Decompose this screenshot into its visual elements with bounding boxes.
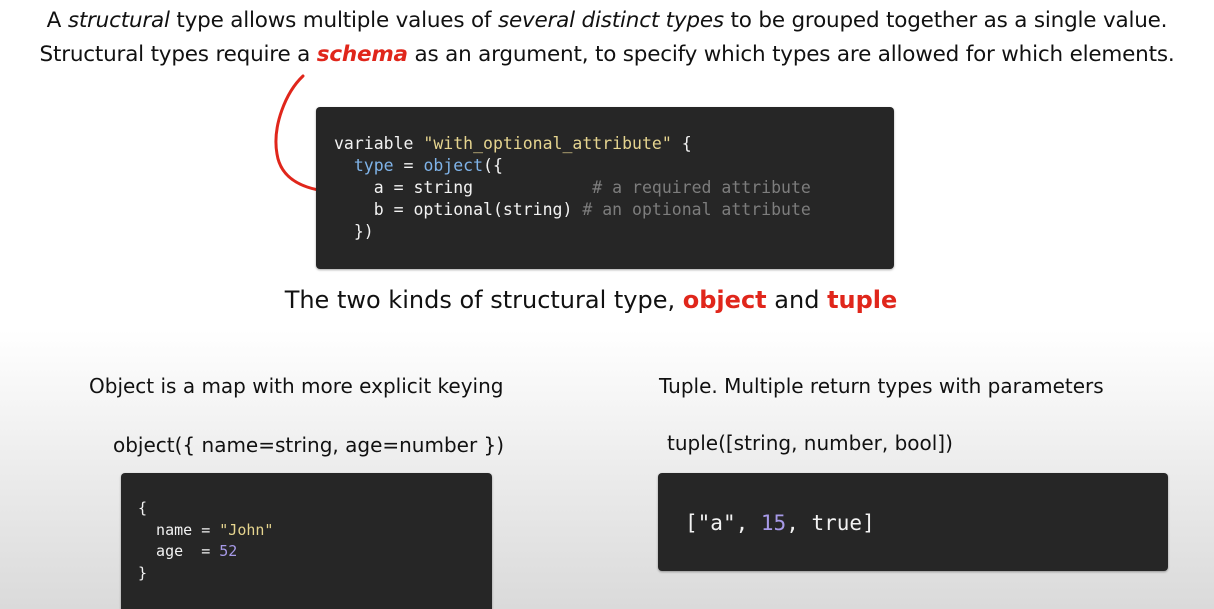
code-token: = bbox=[393, 156, 424, 175]
code-line: }) bbox=[334, 221, 811, 243]
code-comment: # an optional attribute bbox=[582, 200, 811, 219]
code-token: ({ bbox=[483, 156, 503, 175]
code-line: { bbox=[138, 498, 273, 520]
code-line: b = optional(string) # an optional attri… bbox=[334, 199, 811, 221]
subtitle-text: The two kinds of structural type, bbox=[284, 286, 683, 314]
tuple-heading: Tuple. Multiple return types with parame… bbox=[659, 374, 1104, 398]
code-line: ["a", 15, true] bbox=[685, 508, 875, 538]
code-string: "John" bbox=[219, 520, 274, 539]
code-token: "a" bbox=[697, 511, 736, 535]
subtitle-tuple-highlight: tuple bbox=[827, 286, 898, 314]
code-block-object-example: { name = "John" age = 52 } bbox=[121, 473, 492, 609]
subtitle-object-highlight: object bbox=[682, 286, 767, 314]
object-signature: object({ name=string, age=number }) bbox=[113, 433, 505, 457]
code-line: variable "with_optional_attribute" { bbox=[334, 133, 811, 155]
code-token: { bbox=[671, 134, 692, 153]
code-comment: # a required attribute bbox=[592, 178, 811, 197]
code-token: { bbox=[138, 499, 148, 517]
code-line: name = "John" bbox=[138, 520, 273, 542]
code-token: name = bbox=[138, 520, 220, 539]
code-token: a = string bbox=[334, 178, 593, 197]
code-token: age = bbox=[138, 542, 220, 560]
code-line: type = object({ bbox=[334, 155, 811, 177]
code-line: age = 52 bbox=[138, 541, 273, 563]
code-token: } bbox=[138, 563, 148, 582]
code-number: 15 bbox=[760, 511, 787, 535]
code-token: true bbox=[811, 511, 863, 535]
code-block-variable: variable "with_optional_attribute" { typ… bbox=[316, 107, 894, 269]
code-keyword: type bbox=[353, 156, 394, 175]
code-token: [ bbox=[685, 511, 698, 535]
section-subtitle: The two kinds of structural type, object… bbox=[0, 282, 1182, 318]
code-keyword: object bbox=[423, 156, 484, 175]
subtitle-text: and bbox=[766, 286, 828, 314]
code-line: a = string # a required attribute bbox=[334, 177, 811, 199]
intro-text-span: as an argument, to specify which types a… bbox=[407, 42, 1175, 67]
code-token: }) bbox=[334, 222, 374, 241]
code-token: variable bbox=[334, 134, 424, 153]
code-line: } bbox=[138, 563, 273, 585]
code-block-tuple-example: ["a", 15, true] bbox=[658, 473, 1168, 571]
code-token: b = optional(string) bbox=[334, 200, 583, 219]
intro-text-span: to be grouped together as a single value… bbox=[723, 8, 1168, 33]
code-number: 52 bbox=[219, 542, 238, 560]
emphasis-distinct-types: several distinct types bbox=[497, 8, 724, 33]
code-token: ] bbox=[862, 511, 875, 535]
code-token: , bbox=[735, 511, 761, 535]
code-string: "with_optional_attribute" bbox=[423, 134, 672, 153]
tuple-signature: tuple([string, number, bool]) bbox=[667, 431, 953, 455]
object-heading: Object is a map with more explicit keyin… bbox=[89, 374, 504, 398]
code-token: , bbox=[786, 511, 812, 535]
